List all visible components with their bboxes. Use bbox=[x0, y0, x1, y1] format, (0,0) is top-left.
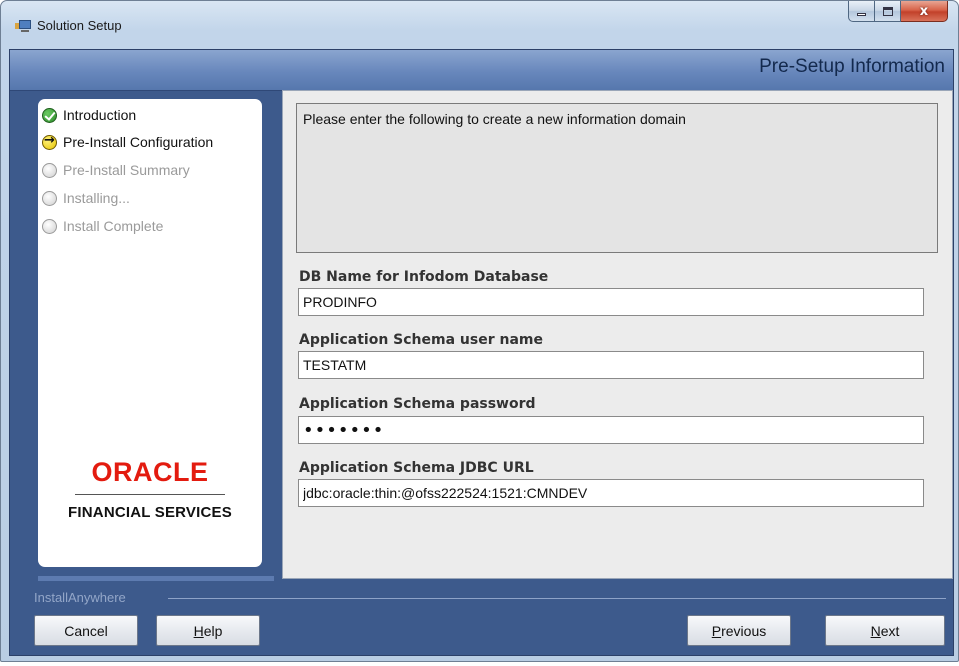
empty-circle-icon bbox=[42, 162, 57, 178]
close-icon: x bbox=[919, 3, 929, 19]
check-icon bbox=[42, 107, 57, 123]
previous-button[interactable]: Previous bbox=[687, 615, 791, 646]
next-button[interactable]: Next bbox=[825, 615, 945, 646]
previous-button-label: revious bbox=[721, 622, 767, 639]
installer-window: Solution Setup x Pre-Setup Information I… bbox=[0, 0, 959, 662]
oracle-logo: ORACLE FINANCIAL SERVICES bbox=[38, 457, 262, 521]
maximize-button[interactable] bbox=[875, 1, 901, 22]
header-band: Pre-Setup Information bbox=[10, 50, 953, 91]
close-button[interactable]: x bbox=[901, 1, 948, 22]
next-button-label: ext bbox=[880, 622, 900, 639]
help-button-label: elp bbox=[203, 622, 223, 639]
title-bar[interactable]: Solution Setup x bbox=[1, 1, 958, 49]
schema-username-input[interactable] bbox=[298, 351, 924, 379]
jdbc-url-input[interactable] bbox=[298, 479, 924, 507]
step-pre-install-summary: Pre-Install Summary bbox=[42, 160, 190, 180]
description-box: Please enter the following to create a n… bbox=[296, 103, 938, 253]
empty-circle-icon bbox=[42, 218, 57, 234]
step-introduction: Introduction bbox=[42, 105, 136, 125]
step-pre-install-configuration: Pre-Install Configuration bbox=[42, 132, 213, 152]
description-text: Please enter the following to create a n… bbox=[303, 111, 686, 127]
step-label: Pre-Install Summary bbox=[63, 162, 190, 178]
step-label: Install Complete bbox=[63, 218, 164, 234]
minimize-icon bbox=[857, 12, 866, 16]
schema-username-label: Application Schema user name bbox=[299, 332, 543, 348]
window-title: Solution Setup bbox=[37, 18, 122, 33]
minimize-button[interactable] bbox=[848, 1, 875, 22]
next-mnemonic: N bbox=[870, 622, 881, 639]
help-button[interactable]: Help bbox=[156, 615, 260, 646]
arrow-icon bbox=[42, 133, 57, 150]
app-icon bbox=[15, 19, 31, 33]
empty-circle-icon bbox=[42, 190, 57, 206]
previous-mnemonic: P bbox=[711, 622, 722, 639]
oracle-wordmark: ORACLE bbox=[91, 457, 209, 487]
logo-divider bbox=[75, 494, 225, 495]
schema-password-label: Application Schema password bbox=[299, 396, 536, 412]
installanywhere-label: InstallAnywhere bbox=[34, 590, 126, 605]
step-installing: Installing... bbox=[42, 188, 130, 208]
step-label: Pre-Install Configuration bbox=[63, 134, 214, 150]
steps-panel: Introduction Pre-Install Configuration P… bbox=[38, 99, 262, 567]
cancel-button-label: Cancel bbox=[64, 622, 108, 639]
main-panel: Please enter the following to create a n… bbox=[282, 90, 953, 579]
steps-panel-footer-bar bbox=[38, 576, 274, 581]
help-mnemonic: H bbox=[193, 622, 204, 639]
footer-divider bbox=[168, 598, 946, 599]
step-label: Introduction bbox=[63, 107, 137, 123]
infodom-db-name-input[interactable] bbox=[298, 288, 924, 316]
page-title: Pre-Setup Information bbox=[759, 56, 945, 77]
step-install-complete: Install Complete bbox=[42, 216, 163, 236]
jdbc-url-label: Application Schema JDBC URL bbox=[299, 460, 534, 476]
installer-client-area: Pre-Setup Information Introduction Pre-I… bbox=[9, 49, 954, 656]
window-controls: x bbox=[848, 1, 948, 23]
schema-password-input[interactable] bbox=[298, 416, 924, 444]
infodom-db-name-label: DB Name for Infodom Database bbox=[299, 269, 549, 285]
cancel-button[interactable]: Cancel bbox=[34, 615, 138, 646]
step-label: Installing... bbox=[63, 190, 130, 206]
logo-subtitle: FINANCIAL SERVICES bbox=[68, 504, 232, 521]
maximize-icon bbox=[882, 6, 893, 16]
